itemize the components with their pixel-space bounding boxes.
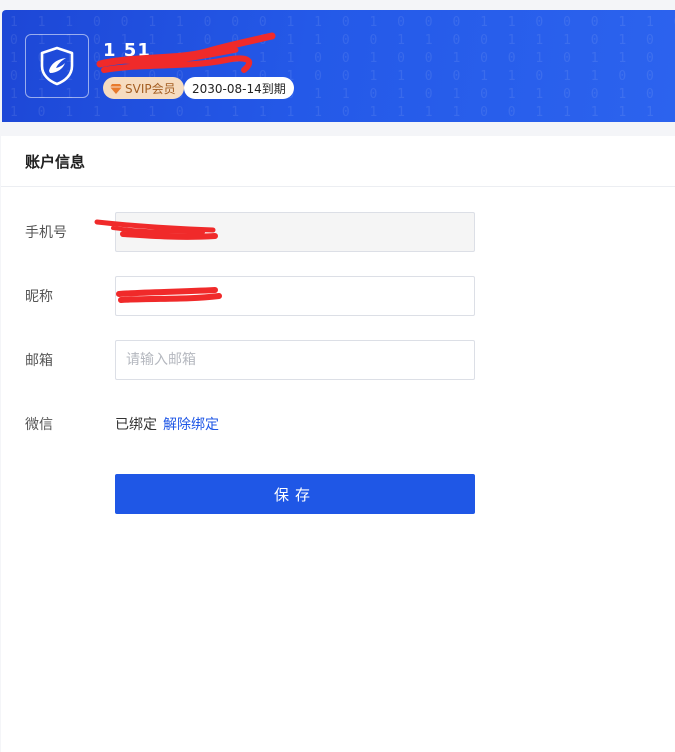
binary-row: 1 0 1 1 1 1 0 1 1 1 1 1 0 1 1 1 1 0 0 1 … (10, 105, 675, 120)
svip-label: SVIP会员 (125, 81, 176, 96)
save-button[interactable]: 保存 (115, 474, 475, 514)
email-row: 邮箱 (25, 340, 475, 380)
nickname-label: 昵称 (25, 289, 53, 305)
email-field[interactable] (115, 340, 475, 380)
phone-field[interactable] (115, 212, 475, 252)
expire-badge: 2030-08-14到期 (184, 77, 294, 99)
wechat-label: 微信 (25, 417, 53, 433)
panel-title: 账户信息 (1, 136, 675, 187)
profile-header: 1 1 1 0 0 1 1 0 0 0 1 1 0 1 0 0 0 1 1 0 … (2, 10, 675, 122)
phone-row: 手机号 (25, 212, 475, 252)
wechat-row: 微信 已绑定 解除绑定 (25, 404, 219, 444)
account-panel: 账户信息 手机号 昵称 邮箱 微信 已绑定 解除绑定 保存 (1, 136, 675, 752)
redaction-scribble (96, 32, 276, 73)
nickname-field[interactable] (115, 276, 475, 316)
wechat-status: 已绑定 (115, 417, 157, 433)
email-label: 邮箱 (25, 353, 53, 369)
app-logo (25, 34, 89, 98)
diamond-icon (110, 83, 122, 94)
shield-logo-icon (40, 46, 74, 86)
unbind-wechat-link[interactable]: 解除绑定 (163, 414, 219, 434)
nickname-row: 昵称 (25, 276, 475, 316)
svip-badge: SVIP会员 (103, 77, 184, 99)
phone-label: 手机号 (25, 225, 67, 241)
